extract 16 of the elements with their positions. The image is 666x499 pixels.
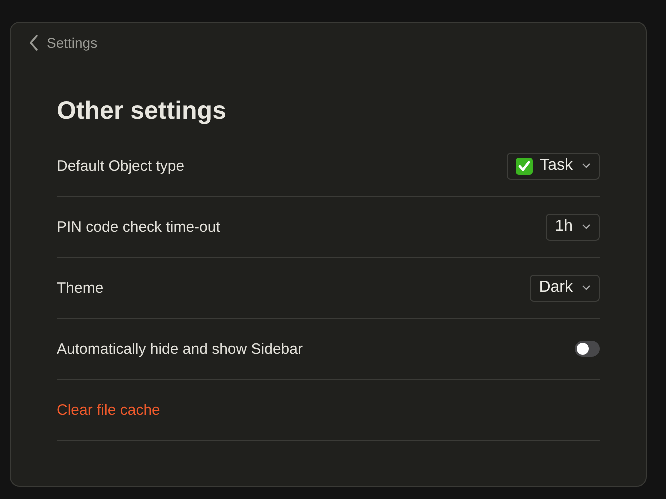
dropdown[interactable]: Task bbox=[507, 152, 600, 180]
caret-icon bbox=[582, 285, 591, 291]
caret-icon bbox=[582, 163, 591, 169]
clear-cache-link[interactable]: Clear file cache bbox=[57, 402, 160, 418]
caret-icon bbox=[582, 224, 591, 230]
back-icon bbox=[29, 35, 39, 51]
setting-label: PIN code check time-out bbox=[57, 218, 220, 236]
setting-label: Theme bbox=[57, 280, 104, 296]
setting-label: Automatically hide and show Sidebar bbox=[57, 340, 303, 358]
dropdown[interactable]: 1h bbox=[546, 214, 600, 240]
toggle-switch[interactable] bbox=[575, 341, 600, 357]
setting-label: Default Object type bbox=[57, 158, 185, 174]
checkmark-icon bbox=[516, 158, 534, 174]
page-title: Other settings bbox=[57, 97, 228, 126]
back-link[interactable]: Settings bbox=[27, 33, 100, 53]
dropdown[interactable]: Dark bbox=[530, 274, 600, 302]
